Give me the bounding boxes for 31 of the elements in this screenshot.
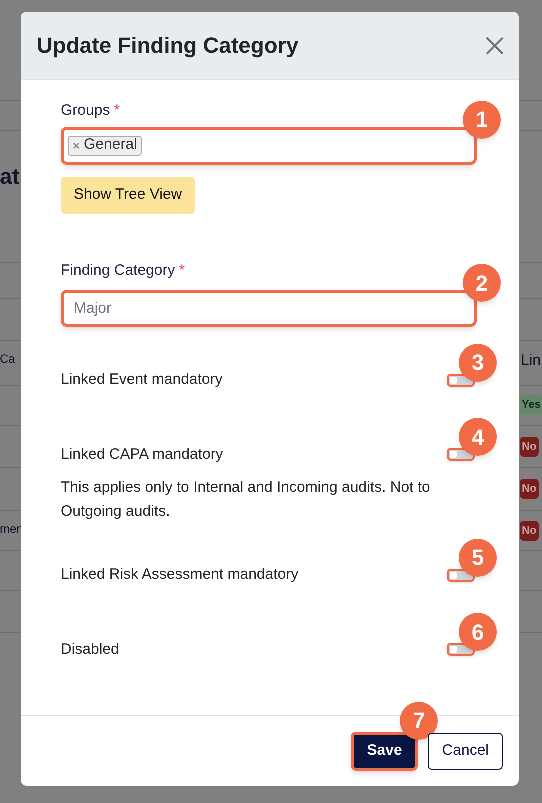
- column-header: Lin: [521, 351, 542, 371]
- status-badge: No: [520, 521, 539, 541]
- text-input-field[interactable]: Major: [61, 290, 477, 327]
- field-label: Finding Category: [61, 260, 176, 280]
- toggle-label: Disabled: [61, 640, 120, 660]
- callout-badge: 4: [459, 418, 497, 456]
- page-heading: at: [0, 163, 20, 191]
- field-label: Groups: [61, 101, 110, 121]
- tag-input-field[interactable]: × General: [61, 126, 477, 164]
- cancel-button[interactable]: Cancel: [428, 732, 503, 770]
- toggle-label: Linked CAPA mandatory: [61, 444, 224, 464]
- help-text: This applies only to Internal and Incoming audits. Not to Outgoing audits.: [61, 478, 432, 522]
- save-button[interactable]: Save: [351, 732, 418, 770]
- toggle-label: Linked Event mandatory: [61, 370, 223, 390]
- callout-badge: 7: [400, 702, 438, 740]
- status-badge: Yes: [520, 395, 542, 415]
- required-mark: *: [179, 260, 186, 280]
- status-badge: No: [520, 437, 539, 457]
- dialog-title: Update Finding Category: [37, 32, 299, 60]
- status-badge: No: [520, 479, 539, 499]
- callout-badge: 6: [459, 613, 497, 652]
- toggle-label: Linked Risk Assessment mandatory: [61, 565, 299, 585]
- callout-badge: 5: [459, 538, 497, 577]
- close-icon[interactable]: [485, 36, 505, 56]
- callout-badge: 1: [463, 100, 501, 138]
- table-cell-text: Ca: [0, 351, 16, 368]
- callout-badge: 2: [463, 264, 501, 302]
- required-mark: *: [114, 101, 120, 121]
- tag-chip[interactable]: × General: [68, 136, 142, 156]
- show-tree-view-button[interactable]: Show Tree View: [61, 176, 196, 214]
- callout-badge: 3: [459, 344, 497, 382]
